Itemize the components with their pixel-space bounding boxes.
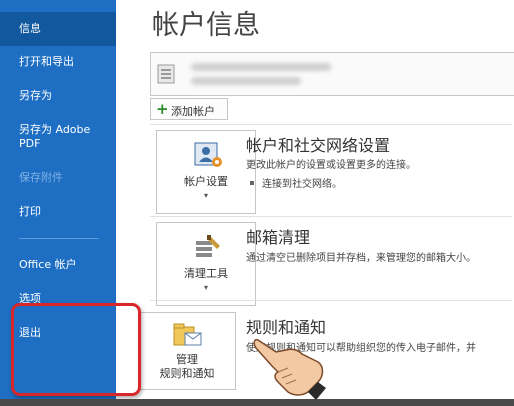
- nav-item-label: Office 帐户: [19, 258, 77, 271]
- nav-item-label[interactable]: 打印: [19, 205, 41, 218]
- account-type-redacted: [191, 77, 301, 85]
- nav-item-label: 另存为 Adobe PDF: [19, 123, 91, 150]
- account-settings-icon: [194, 142, 222, 167]
- nav-item-save-as[interactable]: 另存为: [0, 89, 116, 103]
- nav-item-save-attachments: 保存附件: [0, 171, 116, 185]
- nav-item-label: 信息: [19, 22, 41, 35]
- tile-label-line1: 管理: [176, 353, 198, 366]
- highlight-frame: [11, 303, 141, 396]
- connect-social-link[interactable]: 连接到社交网络。: [262, 175, 342, 190]
- tile-label: 帐户设置: [184, 175, 228, 188]
- add-account-button[interactable]: + 添加帐户: [150, 98, 228, 120]
- tile-label: 清理工具: [184, 267, 228, 280]
- nav-item-save-as-adobe-pdf[interactable]: 另存为 Adobe PDF: [0, 123, 110, 151]
- nav-item-label: 另存为: [19, 89, 52, 102]
- account-selector[interactable]: [150, 52, 514, 96]
- nav-item-print[interactable]: 打印: [0, 205, 116, 219]
- plus-icon: +: [156, 100, 169, 118]
- bullet-icon: [250, 181, 254, 185]
- cleanup-tools-tile[interactable]: 清理工具 ▾: [156, 222, 256, 306]
- nav-divider: [19, 238, 99, 239]
- taskbar: [0, 399, 514, 406]
- nav-item-office-account[interactable]: Office 帐户: [0, 258, 116, 272]
- pointing-hand-icon: [253, 338, 326, 400]
- section-description: 通过清空已删除项目并存档，来管理您的邮箱大小。: [246, 253, 476, 264]
- section-description: 更改此帐户的设置或设置更多的连接。: [246, 160, 416, 171]
- nav-item-label: 打开和导出: [19, 55, 74, 68]
- rules-alerts-icon: [173, 323, 202, 346]
- account-settings-tile[interactable]: 帐户设置 ▾: [156, 130, 256, 214]
- section-title: 帐户和社交网络设置: [246, 136, 391, 155]
- nav-item-info[interactable]: 信息: [0, 12, 116, 46]
- cleanup-tools-icon: [196, 235, 220, 257]
- section-divider: [150, 216, 512, 217]
- mailbox-icon: [157, 64, 175, 84]
- dropdown-arrow-icon: ▾: [203, 283, 208, 292]
- section-divider: [150, 124, 512, 125]
- nav-item-open-export[interactable]: 打开和导出: [0, 55, 116, 69]
- page-title: 帐户信息: [152, 10, 260, 41]
- account-email-redacted: [191, 63, 331, 71]
- section-title: 邮箱清理: [246, 228, 311, 247]
- manage-rules-tile[interactable]: 管理 规则和通知: [138, 312, 236, 390]
- add-account-label: 添加帐户: [171, 105, 215, 118]
- dropdown-arrow-icon: ▾: [203, 191, 208, 200]
- nav-item-label: 保存附件: [19, 171, 63, 184]
- tile-label-line2: 规则和通知: [159, 367, 215, 380]
- section-divider: [150, 300, 512, 301]
